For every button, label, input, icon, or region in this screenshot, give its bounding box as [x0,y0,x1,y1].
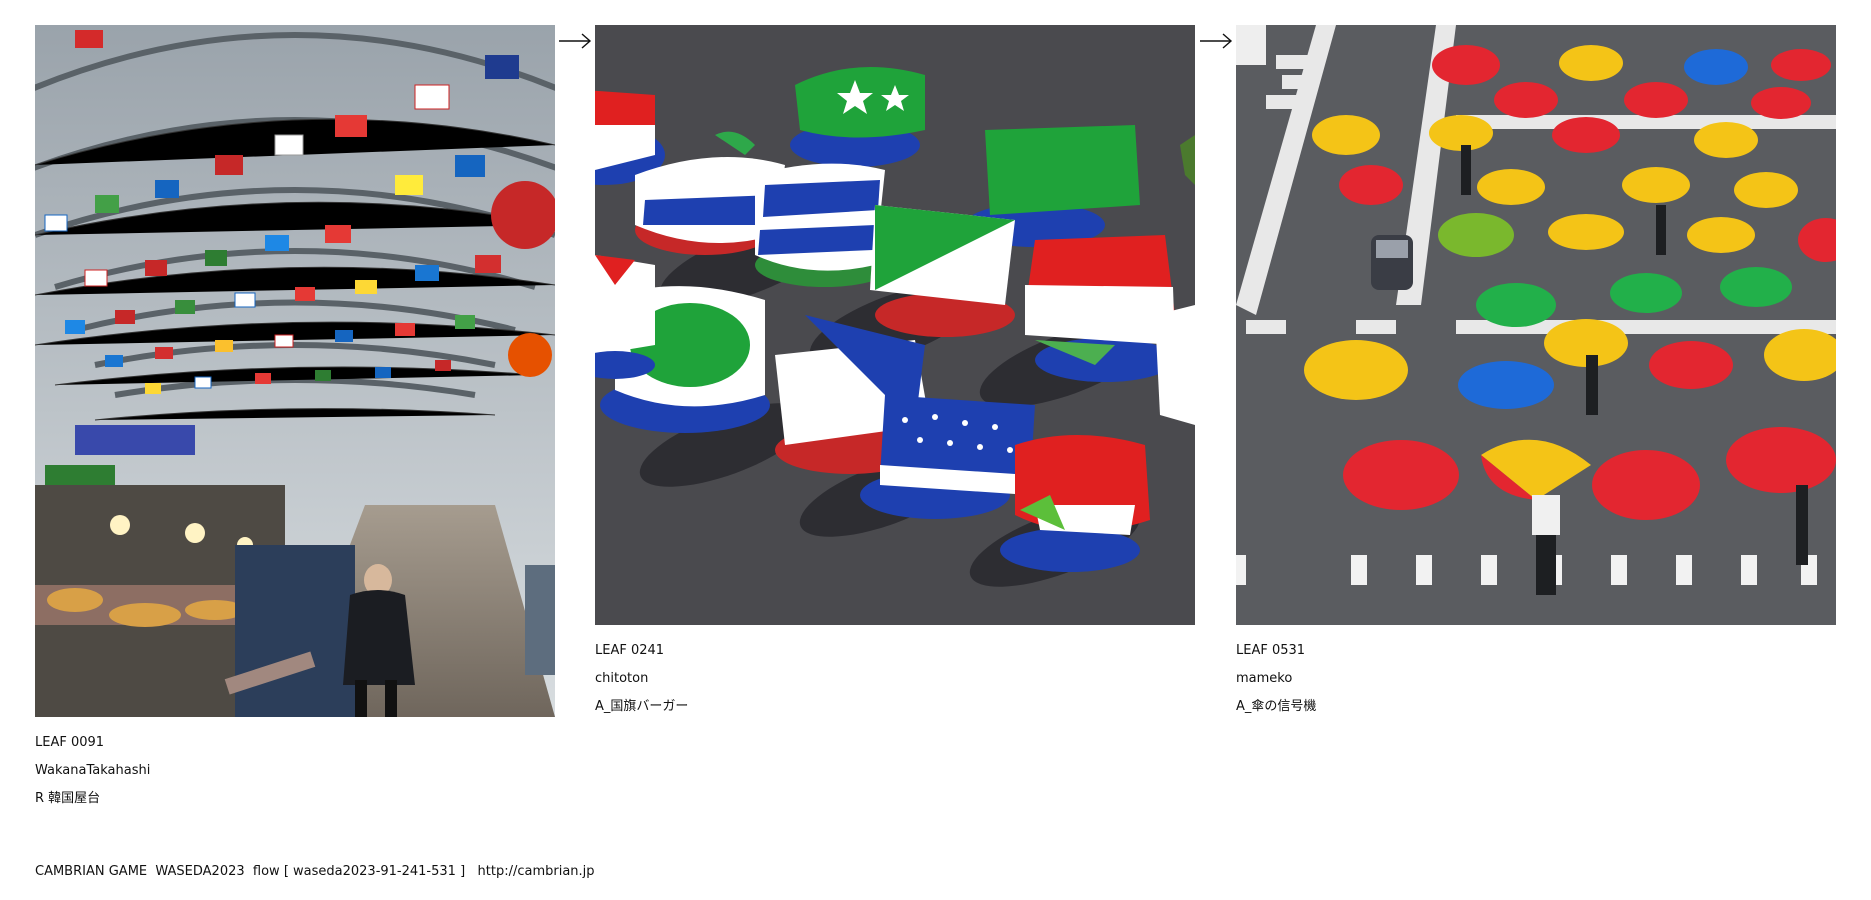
flag-burgers-illustration [595,25,1195,625]
right-arrow-icon [558,30,592,52]
leaf-card-0531: LEAF 0531 mameko A_傘の信号機 [1236,25,1836,721]
leaf-caption: LEAF 0531 mameko A_傘の信号機 [1236,637,1836,721]
leaf-title: A_国旗バーガー [595,699,689,714]
leaf-image-umbrella-signals[interactable] [1236,25,1836,625]
leaf-author[interactable]: chitoton [595,665,1195,693]
leaf-caption: LEAF 0241 chitoton A_国旗バーガー [595,637,1195,721]
right-arrow-icon [1199,30,1233,52]
leaf-card-0091: LEAF 0091 WakanaTakahashi R 韓国屋台 [35,25,555,813]
leaf-author[interactable]: WakanaTakahashi [35,757,555,785]
leaf-title: A_傘の信号機 [1236,699,1317,714]
leaf-card-0241: LEAF 0241 chitoton A_国旗バーガー [595,25,1195,721]
leaf-title: R 韓国屋台 [35,791,101,806]
market-photo-illustration [35,25,555,717]
leaf-image-flag-burgers[interactable] [595,25,1195,625]
leaf-image-market[interactable] [35,25,555,717]
leaf-caption: LEAF 0091 WakanaTakahashi R 韓国屋台 [35,729,555,813]
leaf-author[interactable]: mameko [1236,665,1836,693]
umbrella-crosswalk-illustration [1236,25,1836,625]
leaf-id: LEAF 0531 [1236,643,1306,658]
leaf-id: LEAF 0241 [595,643,665,658]
leaf-id: LEAF 0091 [35,735,105,750]
footer-credit: CAMBRIAN GAME WASEDA2023 flow [ waseda20… [35,864,595,879]
